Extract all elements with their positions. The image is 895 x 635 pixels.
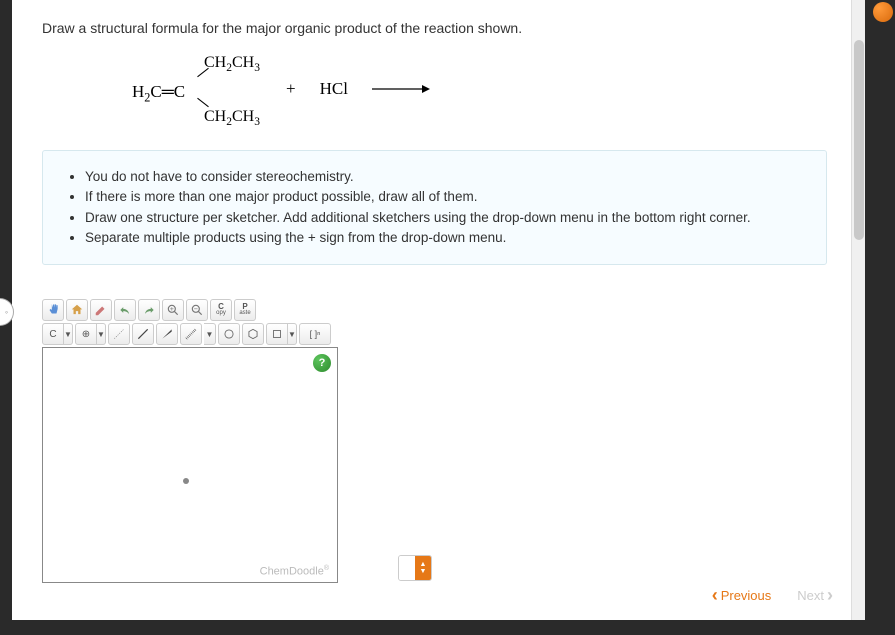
mol-substituent-bot: CH2CH3 [204, 108, 260, 128]
hand-tool-icon[interactable] [42, 299, 64, 321]
bond-dotted-icon[interactable] [108, 323, 130, 345]
vertical-scrollbar[interactable] [851, 0, 865, 620]
scroll-thumb[interactable] [854, 40, 864, 240]
box-icon[interactable] [266, 323, 288, 345]
benzene-icon[interactable] [242, 323, 264, 345]
charge-plus-icon[interactable]: ⊕ [75, 323, 97, 345]
chem-sketcher: Copy Paste C ▼ ⊕ ▼ ▼ ▼ [42, 299, 438, 583]
bracket-tool[interactable]: [ ]ⁿ [299, 323, 331, 345]
zoom-in-icon[interactable] [162, 299, 184, 321]
home-tool-icon[interactable] [66, 299, 88, 321]
drawing-canvas[interactable]: ? ChemDoodle® [42, 347, 338, 583]
instructions-box: You do not have to consider stereochemis… [42, 150, 827, 265]
charge-dropdown[interactable]: ⊕ ▼ [75, 323, 106, 345]
reagent-hcl: HCl [320, 79, 348, 99]
ring-icon[interactable] [218, 323, 240, 345]
initial-carbon-atom[interactable] [183, 478, 189, 484]
element-dropdown[interactable]: C ▼ [42, 323, 73, 345]
mol-substituent-top: CH2CH3 [204, 54, 260, 74]
pencil-tool-icon[interactable] [90, 299, 112, 321]
chevron-left-icon: ‹ [712, 585, 718, 606]
alkene-molecule: CH2CH3 H2C═C CH2CH3 [132, 54, 262, 124]
hint-item: You do not have to consider stereochemis… [85, 167, 806, 187]
notification-badge[interactable] [873, 2, 893, 22]
sketcher-count-stepper[interactable]: ▲▼ [398, 555, 432, 581]
mol-center: H2C═C [132, 82, 185, 105]
stepper-value [399, 556, 415, 580]
bond-line [197, 98, 209, 107]
toolbar-row-2: C ▼ ⊕ ▼ ▼ ▼ [ ]ⁿ [42, 323, 438, 345]
hint-item: Draw one structure per sketcher. Add add… [85, 208, 806, 228]
bond-wedge-icon[interactable] [156, 323, 178, 345]
chevron-right-icon: › [827, 585, 833, 606]
plus-sign: + [286, 79, 296, 99]
navigation-buttons: ‹ Previous Next › [712, 585, 833, 606]
toolbar-row-1: Copy Paste [42, 299, 438, 321]
chemdoodle-brand: ChemDoodle® [260, 565, 329, 578]
help-icon[interactable]: ? [313, 354, 331, 372]
previous-button[interactable]: ‹ Previous [712, 585, 772, 606]
chevron-down-icon[interactable]: ▼ [204, 323, 216, 345]
question-prompt: Draw a structural formula for the major … [42, 20, 827, 36]
carbon-element[interactable]: C [42, 323, 64, 345]
next-button: Next › [797, 585, 833, 606]
reaction-arrow-icon [372, 84, 430, 94]
redo-icon[interactable] [138, 299, 160, 321]
hint-item: Separate multiple products using the + s… [85, 228, 806, 248]
bond-dropdown[interactable]: ▼ [204, 323, 216, 345]
reaction-equation: CH2CH3 H2C═C CH2CH3 + HCl [132, 54, 827, 124]
shape-dropdown[interactable]: ▼ [266, 323, 297, 345]
chevron-down-icon[interactable]: ▼ [288, 323, 297, 345]
stepper-arrows-icon[interactable]: ▲▼ [415, 556, 431, 580]
paste-button[interactable]: Paste [234, 299, 256, 321]
chevron-down-icon[interactable]: ▼ [64, 323, 73, 345]
question-panel: Draw a structural formula for the major … [12, 0, 860, 620]
zoom-out-icon[interactable] [186, 299, 208, 321]
bond-hash-icon[interactable] [180, 323, 202, 345]
chevron-down-icon[interactable]: ▼ [97, 323, 106, 345]
copy-button[interactable]: Copy [210, 299, 232, 321]
bond-single-icon[interactable] [132, 323, 154, 345]
undo-icon[interactable] [114, 299, 136, 321]
hint-item: If there is more than one major product … [85, 187, 806, 207]
